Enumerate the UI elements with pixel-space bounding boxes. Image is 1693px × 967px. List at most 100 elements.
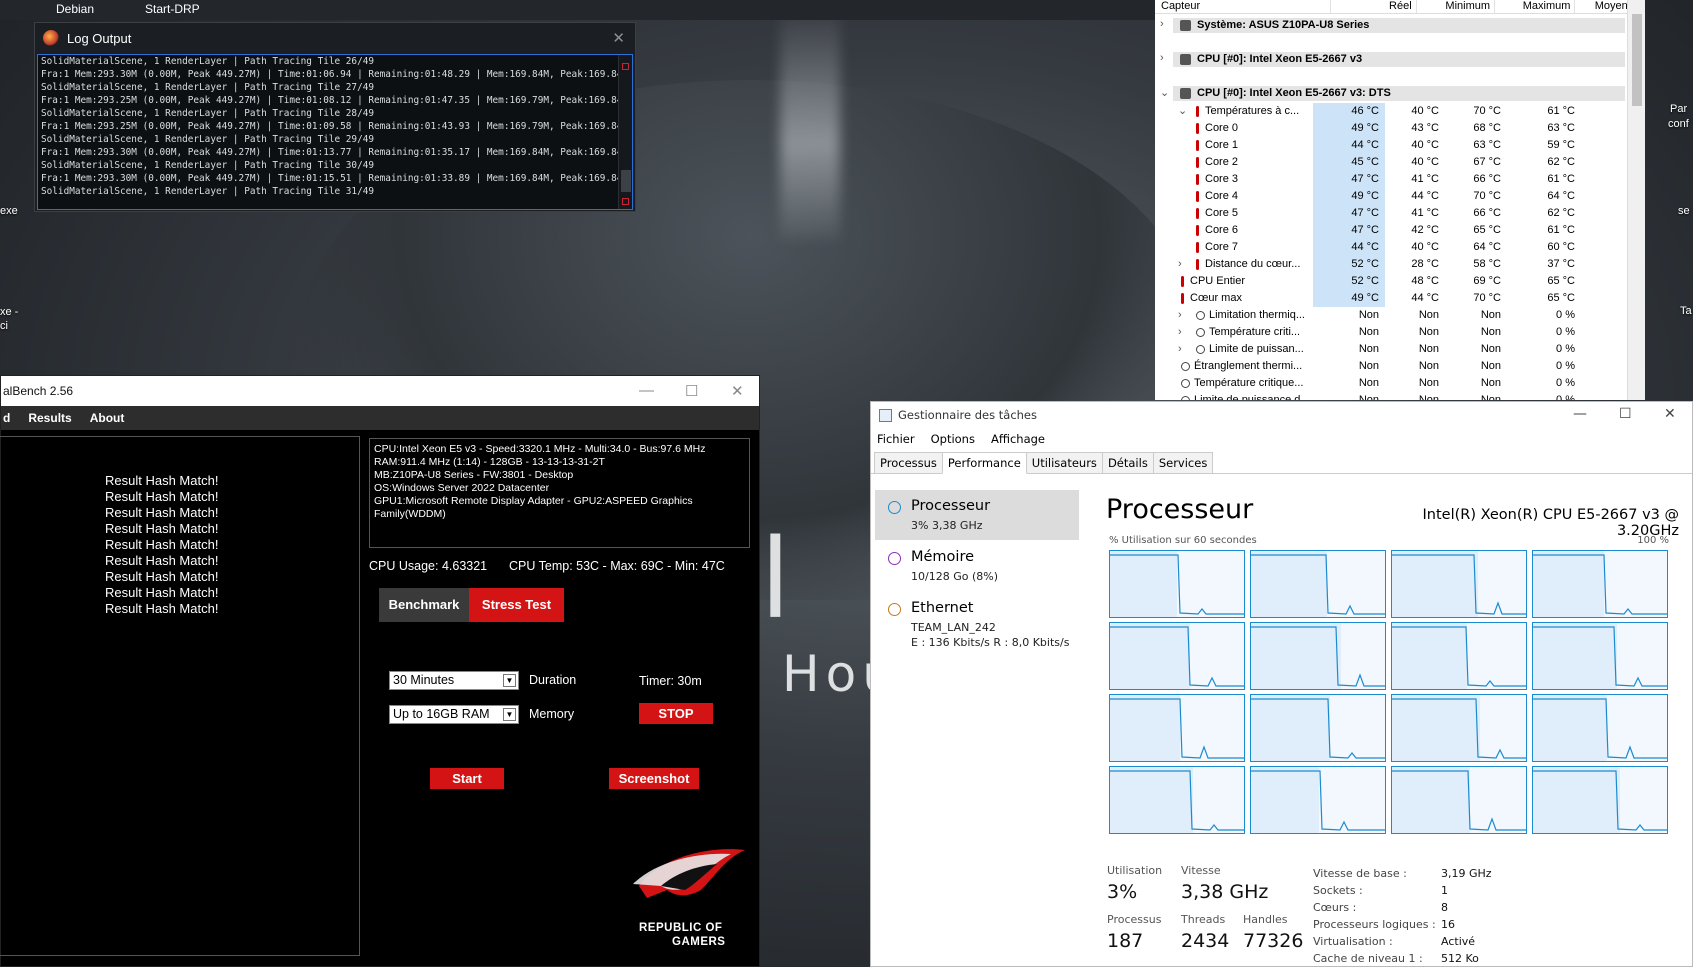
log-scrollbar[interactable]: [618, 55, 632, 209]
sidebar-item-memoire[interactable]: Mémoire 10/128 Go (8%): [875, 541, 1079, 591]
col-maximum[interactable]: Maximum: [1495, 0, 1576, 13]
menu-fichier[interactable]: Fichier: [877, 432, 915, 446]
maximize-icon[interactable]: ☐: [1619, 406, 1632, 422]
close-icon[interactable]: ✕: [612, 29, 625, 47]
realbench-title-bar[interactable]: alBench 2.56 — ☐ ✕: [1, 376, 759, 406]
sensor-row[interactable]: Core 3 47 °C 41 °C 66 °C 61 °C: [1155, 171, 1625, 188]
sensor-row[interactable]: Core 0 49 °C 43 °C 68 °C 63 °C: [1155, 120, 1625, 137]
start-button[interactable]: Start: [430, 768, 504, 789]
sensor-row[interactable]: Core 4 49 °C 44 °C 70 °C 64 °C: [1155, 188, 1625, 205]
desktop-icon-label[interactable]: Ta: [1680, 305, 1692, 317]
tm-title-bar[interactable]: Gestionnaire des tâches — ☐ ✕: [871, 402, 1692, 428]
chevron-right-icon[interactable]: ›: [1160, 52, 1164, 64]
sensor-row[interactable]: Core 1 44 °C 40 °C 63 °C 59 °C: [1155, 137, 1625, 154]
sensor-value-max: Non: [1480, 394, 1501, 400]
chevron-right-icon[interactable]: ›: [1178, 324, 1182, 341]
detail-value: 1: [1441, 884, 1448, 897]
taskbar-item-debian[interactable]: Debian: [56, 2, 94, 16]
desktop-icon-label[interactable]: exe: [0, 205, 18, 217]
sensor-scrollbar[interactable]: [1627, 0, 1645, 400]
sensor-row[interactable]: › Limitation thermiq... Non Non Non 0 %: [1155, 307, 1625, 324]
cpu-core-graph: [1532, 766, 1668, 834]
col-reel[interactable]: Réel: [1331, 0, 1417, 13]
detail-label: Processeurs logiques :: [1313, 918, 1436, 931]
sensor-value-avg: 61 °C: [1547, 105, 1575, 117]
maximize-icon[interactable]: ☐: [685, 382, 698, 400]
duration-select[interactable]: 30 Minutes ▼: [389, 671, 519, 690]
sensor-row[interactable]: Core 7 44 °C 40 °C 64 °C 60 °C: [1155, 239, 1625, 256]
col-capteur[interactable]: Capteur: [1155, 0, 1332, 13]
close-icon[interactable]: ✕: [731, 382, 744, 400]
taskbar-item-start-drp[interactable]: Start-DRP: [145, 2, 200, 16]
sensor-row[interactable]: Température critique... Non Non Non 0 %: [1155, 375, 1625, 392]
stop-button[interactable]: STOP: [639, 703, 713, 724]
sensor-group-cpu[interactable]: CPU [#0]: Intel Xeon E5-2667 v3: [1173, 52, 1625, 67]
dropdown-arrow-icon[interactable]: ▼: [503, 708, 516, 721]
detail-value: 16: [1441, 918, 1455, 931]
sensor-row[interactable]: Limite de puissance d... Non Non Non 0 %: [1155, 392, 1625, 400]
sensor-row[interactable]: CPU Entier 52 °C 48 °C 69 °C 65 °C: [1155, 273, 1625, 290]
sensor-group-system[interactable]: Système: ASUS Z10PA-U8 Series: [1173, 18, 1625, 33]
tab-stress-test[interactable]: Stress Test: [469, 588, 564, 622]
sensor-value-max: 70 °C: [1473, 292, 1501, 304]
sensor-value-min: Non: [1418, 309, 1439, 321]
chevron-right-icon[interactable]: ›: [1178, 256, 1182, 273]
chevron-right-icon[interactable]: ›: [1178, 341, 1182, 358]
tab-benchmark[interactable]: Benchmark: [379, 588, 469, 622]
log-title-bar[interactable]: Log Output ✕: [35, 23, 635, 53]
thermometer-icon: [1196, 258, 1199, 270]
tab-details[interactable]: Détails: [1101, 452, 1154, 473]
stat-vitesse: 3,38 GHz: [1181, 881, 1269, 903]
tab-processus[interactable]: Processus: [874, 452, 943, 473]
realbench-title: alBench 2.56: [3, 384, 74, 398]
log-text-area[interactable]: SolidMaterialScene, 1 RenderLayer | Path…: [37, 54, 633, 210]
chevron-down-icon[interactable]: ⌄: [1160, 86, 1169, 99]
sensor-row[interactable]: Core 6 47 °C 42 °C 65 °C 61 °C: [1155, 222, 1625, 239]
sensor-row[interactable]: ⌄ Températures à c... 46 °C 40 °C 70 °C 61 °C: [1155, 103, 1625, 120]
sensor-row[interactable]: › Limite de puissan... Non Non Non 0 %: [1155, 341, 1625, 358]
chevron-right-icon[interactable]: ›: [1160, 18, 1164, 30]
scroll-down-icon[interactable]: [622, 198, 629, 205]
screenshot-button[interactable]: Screenshot: [609, 768, 699, 789]
dropdown-arrow-icon[interactable]: ▼: [503, 674, 516, 687]
chevron-right-icon[interactable]: ›: [1178, 307, 1182, 324]
close-icon[interactable]: ✕: [1664, 406, 1676, 422]
scroll-up-icon[interactable]: [622, 63, 629, 70]
sensor-row[interactable]: Cœur max 49 °C 44 °C 70 °C 65 °C: [1155, 290, 1625, 307]
sensor-row[interactable]: Étranglement thermi... Non Non Non 0 %: [1155, 358, 1625, 375]
menu-item-about[interactable]: About: [90, 411, 125, 425]
desktop-icon-label[interactable]: xe -: [0, 306, 18, 318]
tab-services[interactable]: Services: [1152, 452, 1214, 473]
sidebar-item-ethernet[interactable]: Ethernet TEAM_LAN_242 E : 136 Kbits/s R :…: [875, 592, 1079, 652]
scroll-thumb[interactable]: [621, 170, 631, 192]
desktop-icon-label[interactable]: conf: [1668, 118, 1689, 130]
minimize-icon[interactable]: —: [639, 382, 654, 399]
desktop-icon-label[interactable]: ci: [0, 320, 8, 332]
col-minimum[interactable]: Minimum: [1417, 0, 1496, 13]
menu-options[interactable]: Options: [931, 432, 975, 446]
menu-affichage[interactable]: Affichage: [991, 432, 1045, 446]
menu-item-results[interactable]: Results: [28, 411, 71, 425]
sensor-row[interactable]: › Température criti... Non Non Non 0 %: [1155, 324, 1625, 341]
sensor-group-cpu-dts[interactable]: CPU [#0]: Intel Xeon E5-2667 v3: DTS: [1173, 86, 1625, 101]
desktop-icon-label[interactable]: Par: [1670, 103, 1687, 115]
minimize-icon[interactable]: —: [1573, 406, 1587, 422]
tab-performance[interactable]: Performance: [941, 452, 1027, 474]
cpu-core-graph: [1391, 550, 1527, 618]
log-title: Log Output: [67, 30, 132, 46]
chevron-down-icon[interactable]: ⌄: [1178, 103, 1187, 120]
menu-item-partial[interactable]: d: [3, 411, 10, 425]
scroll-thumb[interactable]: [1632, 14, 1642, 106]
sensor-value-cur: 52 °C: [1313, 256, 1385, 273]
sensor-name: CPU Entier: [1190, 275, 1246, 287]
memory-select[interactable]: Up to 16GB RAM ▼: [389, 705, 519, 724]
tab-utilisateurs[interactable]: Utilisateurs: [1025, 452, 1103, 473]
sensor-row[interactable]: Core 5 47 °C 41 °C 66 °C 62 °C: [1155, 205, 1625, 222]
sensor-row[interactable]: Core 2 45 °C 40 °C 67 °C 62 °C: [1155, 154, 1625, 171]
sensor-name: Températures à c...: [1205, 105, 1300, 117]
desktop-icon-label[interactable]: se: [1678, 205, 1690, 217]
thermometer-icon: [1196, 207, 1199, 219]
sidebar-item-processeur[interactable]: Processeur 3% 3,38 GHz: [875, 490, 1079, 540]
sensor-row[interactable]: › Distance du cœur... 52 °C 28 °C 58 °C 37 °C: [1155, 256, 1625, 273]
sensor-name: Core 5: [1205, 207, 1239, 219]
